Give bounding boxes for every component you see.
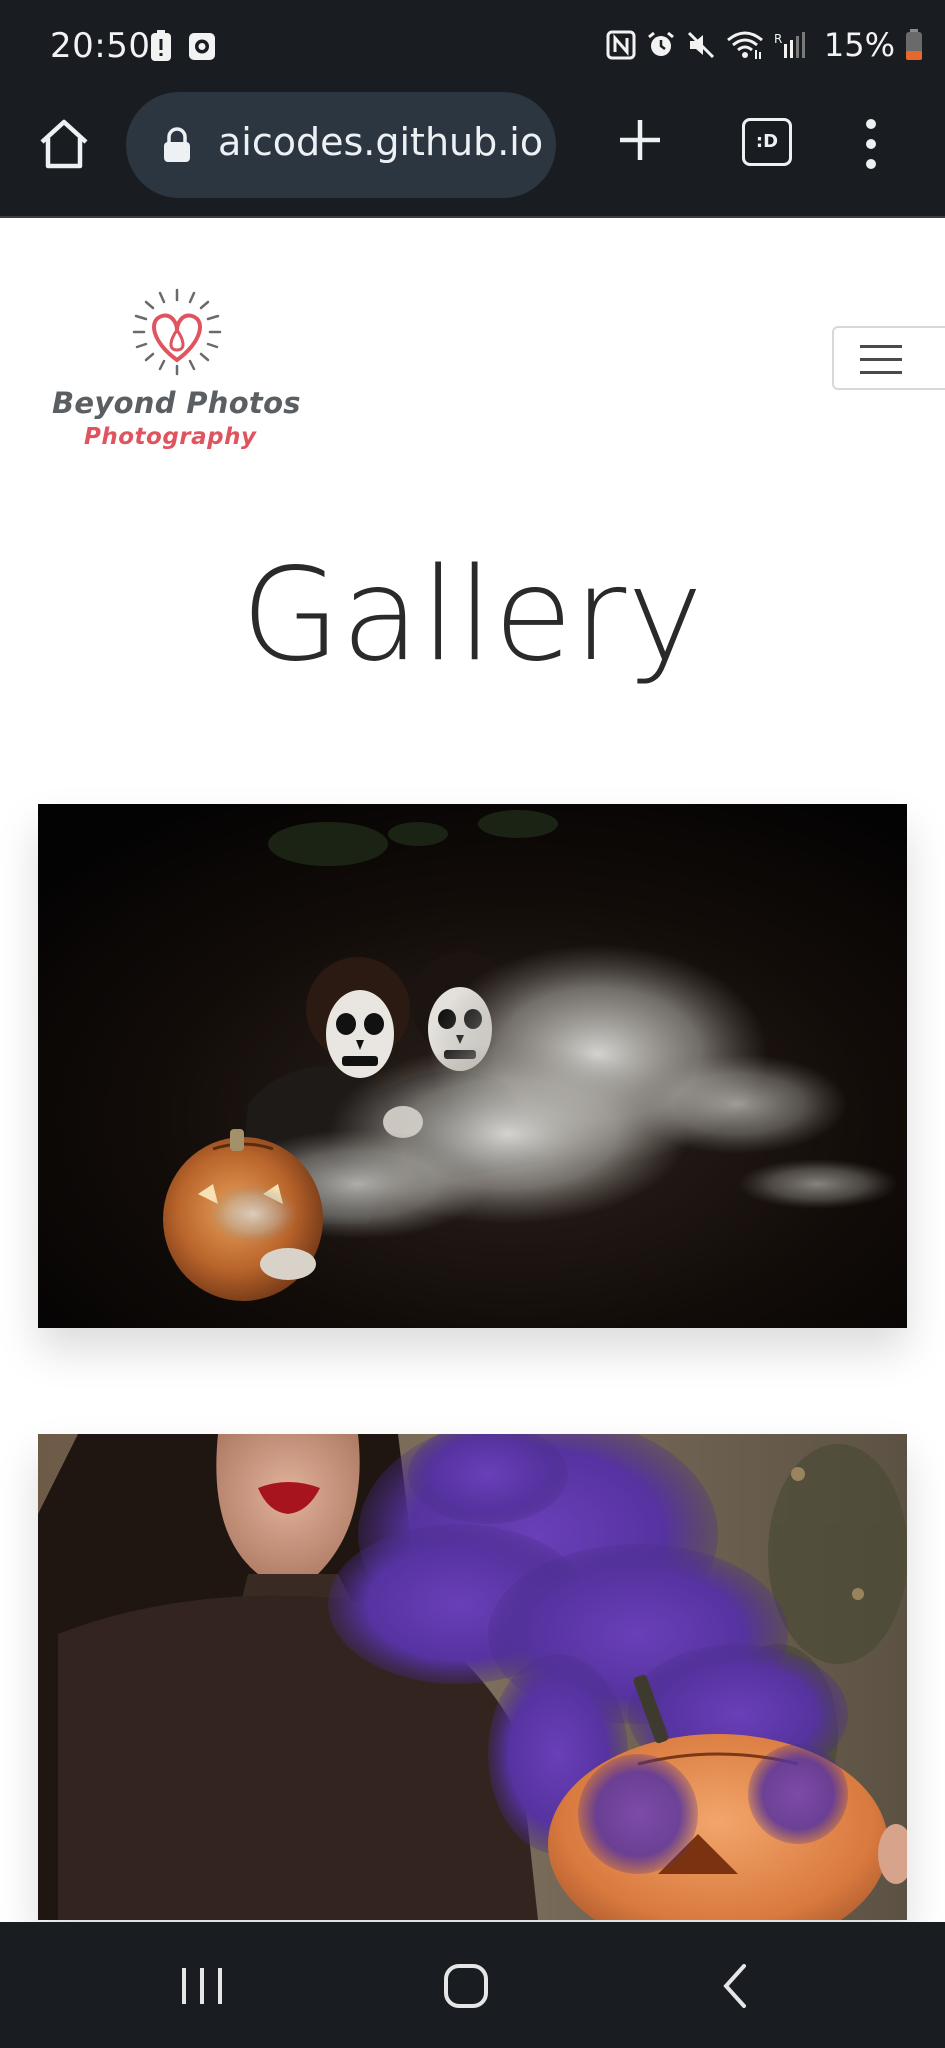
back-icon[interactable] bbox=[706, 1958, 766, 2014]
hamburger-menu-icon-line bbox=[860, 371, 902, 374]
hamburger-menu-icon bbox=[860, 345, 902, 348]
alarm-icon bbox=[647, 31, 674, 56]
svg-text:R: R bbox=[774, 32, 782, 46]
signal-icon: R bbox=[774, 32, 805, 58]
heart-sunburst-icon bbox=[132, 288, 222, 376]
plus-icon[interactable] bbox=[612, 112, 668, 168]
lock-icon bbox=[164, 127, 190, 162]
gallery-image-1[interactable] bbox=[38, 804, 907, 1328]
logo-subtitle: Photography bbox=[84, 424, 257, 450]
home-circle-icon[interactable] bbox=[436, 1958, 496, 2014]
tabs-button[interactable]: :D bbox=[740, 116, 792, 166]
battery-icon bbox=[906, 29, 922, 60]
system-nav-bar bbox=[0, 1922, 945, 2048]
hamburger-menu-button[interactable] bbox=[832, 326, 945, 390]
battery-alert-icon bbox=[151, 30, 171, 61]
status-right-icons: R 15% bbox=[606, 26, 923, 64]
status-left-icons bbox=[150, 30, 216, 62]
recents-icon[interactable] bbox=[172, 1958, 232, 2014]
gallery-image-2[interactable] bbox=[38, 1434, 907, 1920]
url-bar[interactable]: aicodes.github.io bbox=[126, 92, 556, 198]
hamburger-menu-icon-line bbox=[860, 358, 902, 361]
browser-toolbar: aicodes.github.io :D bbox=[0, 90, 945, 218]
skeleton-makeup-smoke-pumpkin-photo bbox=[38, 804, 907, 1328]
battery-percent: 15% bbox=[823, 26, 895, 64]
nfc-icon bbox=[606, 30, 636, 60]
home-icon[interactable] bbox=[36, 116, 92, 172]
status-bar: 20:50 R 15% bbox=[0, 0, 945, 90]
page-title: Gallery bbox=[241, 541, 704, 690]
wifi-icon bbox=[726, 31, 763, 59]
purple-smoke-pumpkin-woman-photo bbox=[38, 1434, 907, 1920]
tabs-icon: :D bbox=[742, 118, 792, 166]
site-logo[interactable]: Beyond Photos Photography bbox=[48, 286, 308, 456]
screen-record-icon bbox=[189, 33, 215, 60]
more-vert-icon[interactable] bbox=[858, 114, 884, 174]
status-time: 20:50 bbox=[50, 26, 151, 66]
logo-title: Beyond Photos bbox=[52, 386, 301, 420]
mute-icon bbox=[687, 31, 714, 59]
url-text[interactable]: aicodes.github.io bbox=[218, 120, 548, 164]
